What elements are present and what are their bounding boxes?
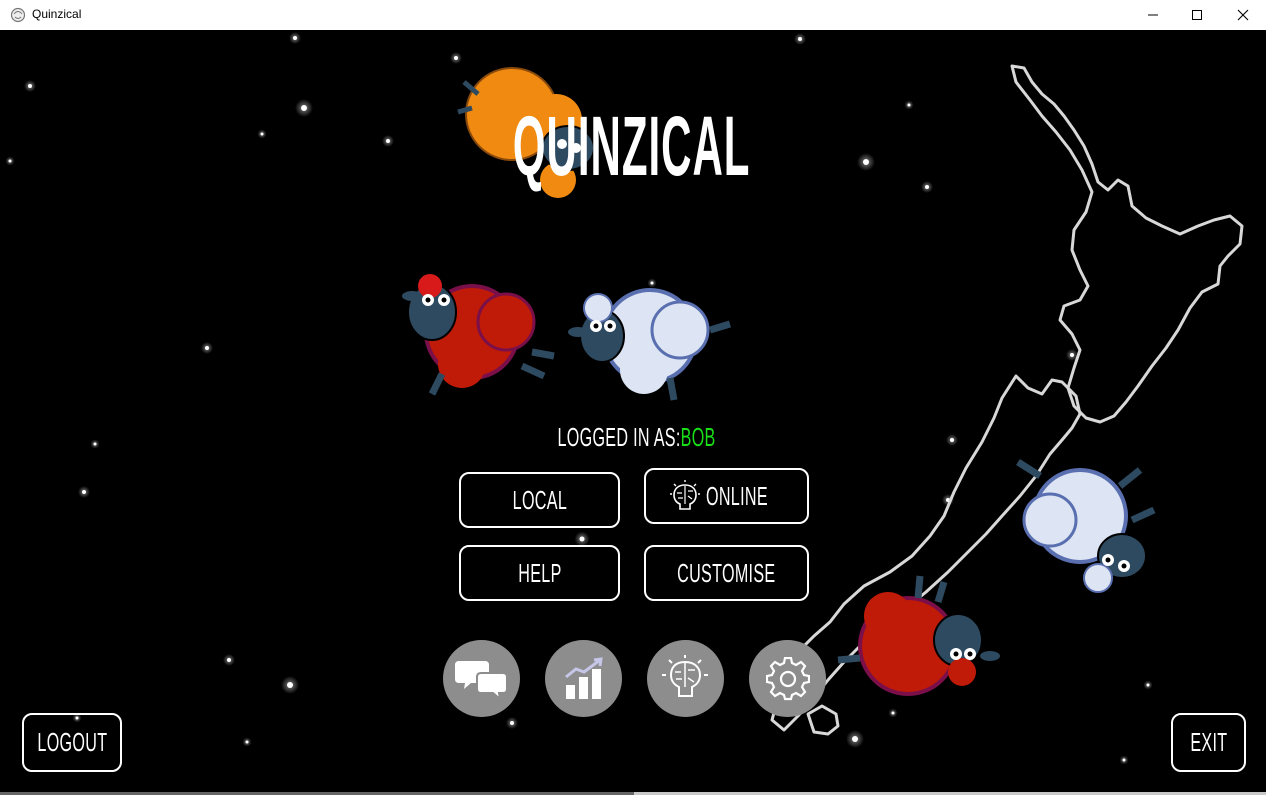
online-button-label: ONLINE — [705, 480, 768, 511]
maximize-icon — [1192, 10, 1202, 20]
chat-bubbles-icon — [454, 660, 508, 701]
star — [82, 490, 86, 494]
star — [1070, 353, 1074, 357]
exit-button[interactable]: EXIT — [1171, 713, 1246, 772]
star — [260, 132, 264, 136]
star — [205, 346, 209, 350]
star — [925, 185, 929, 189]
logged-in-label: LOGGED IN AS: — [557, 422, 682, 452]
star — [579, 536, 585, 542]
brain-lightbulb-icon — [661, 654, 708, 697]
flying-red-sheep — [837, 575, 1000, 696]
customise-button[interactable]: CUSTOMISE — [644, 545, 809, 601]
customise-button-label: CUSTOMISE — [677, 557, 776, 588]
username: BOB — [681, 422, 717, 452]
star — [1122, 758, 1126, 762]
new-zealand-map-outline — [770, 64, 1244, 736]
gear-icon — [765, 656, 810, 700]
star — [8, 159, 12, 163]
star — [852, 736, 858, 742]
local-button[interactable]: LOCAL — [459, 472, 620, 528]
stats-button[interactable] — [545, 640, 622, 717]
star — [293, 36, 297, 40]
star — [650, 281, 654, 285]
star — [301, 105, 307, 111]
online-button[interactable]: ONLINE — [644, 468, 809, 524]
red-sheep — [402, 274, 555, 396]
minimize-button[interactable] — [1130, 0, 1176, 30]
star — [950, 438, 954, 442]
star — [287, 682, 293, 688]
app-window: Quinzical QUINZICAL LOGGED IN AS:BOB LOC… — [0, 0, 1266, 795]
help-button[interactable]: HELP — [459, 545, 620, 601]
star — [891, 711, 895, 715]
local-button-label: LOCAL — [512, 484, 567, 515]
star — [245, 740, 249, 744]
star — [510, 721, 514, 725]
star — [863, 159, 869, 165]
game-title: QUINZICAL — [513, 98, 751, 193]
star — [798, 37, 802, 41]
chat-button[interactable] — [443, 640, 520, 717]
star — [28, 84, 32, 88]
flying-white-sheep — [1016, 459, 1156, 593]
star — [1146, 683, 1150, 687]
close-button[interactable] — [1220, 0, 1266, 30]
star — [907, 103, 911, 107]
maximize-button[interactable] — [1174, 0, 1220, 30]
logout-button[interactable]: LOGOUT — [22, 713, 122, 772]
star — [454, 56, 458, 60]
title-bar: Quinzical — [0, 0, 1266, 30]
star — [386, 139, 390, 143]
logged-in-status: LOGGED IN AS:BOB — [502, 422, 772, 453]
bar-chart-icon — [564, 656, 603, 699]
logout-button-label: LOGOUT — [37, 727, 107, 757]
star — [93, 442, 97, 446]
brain-button[interactable] — [647, 640, 724, 717]
close-icon — [1237, 9, 1249, 21]
app-icon — [10, 7, 26, 23]
exit-button-label: EXIT — [1189, 727, 1228, 757]
game-stage: QUINZICAL LOGGED IN AS:BOB LOCAL ONLINE … — [2, 30, 1264, 792]
star — [227, 658, 231, 662]
white-sheep — [568, 288, 732, 401]
window-title: Quinzical — [32, 7, 82, 21]
minimize-icon — [1148, 14, 1158, 16]
help-button-label: HELP — [517, 557, 562, 588]
settings-button[interactable] — [749, 640, 826, 717]
brain-lightbulb-icon — [669, 480, 700, 510]
